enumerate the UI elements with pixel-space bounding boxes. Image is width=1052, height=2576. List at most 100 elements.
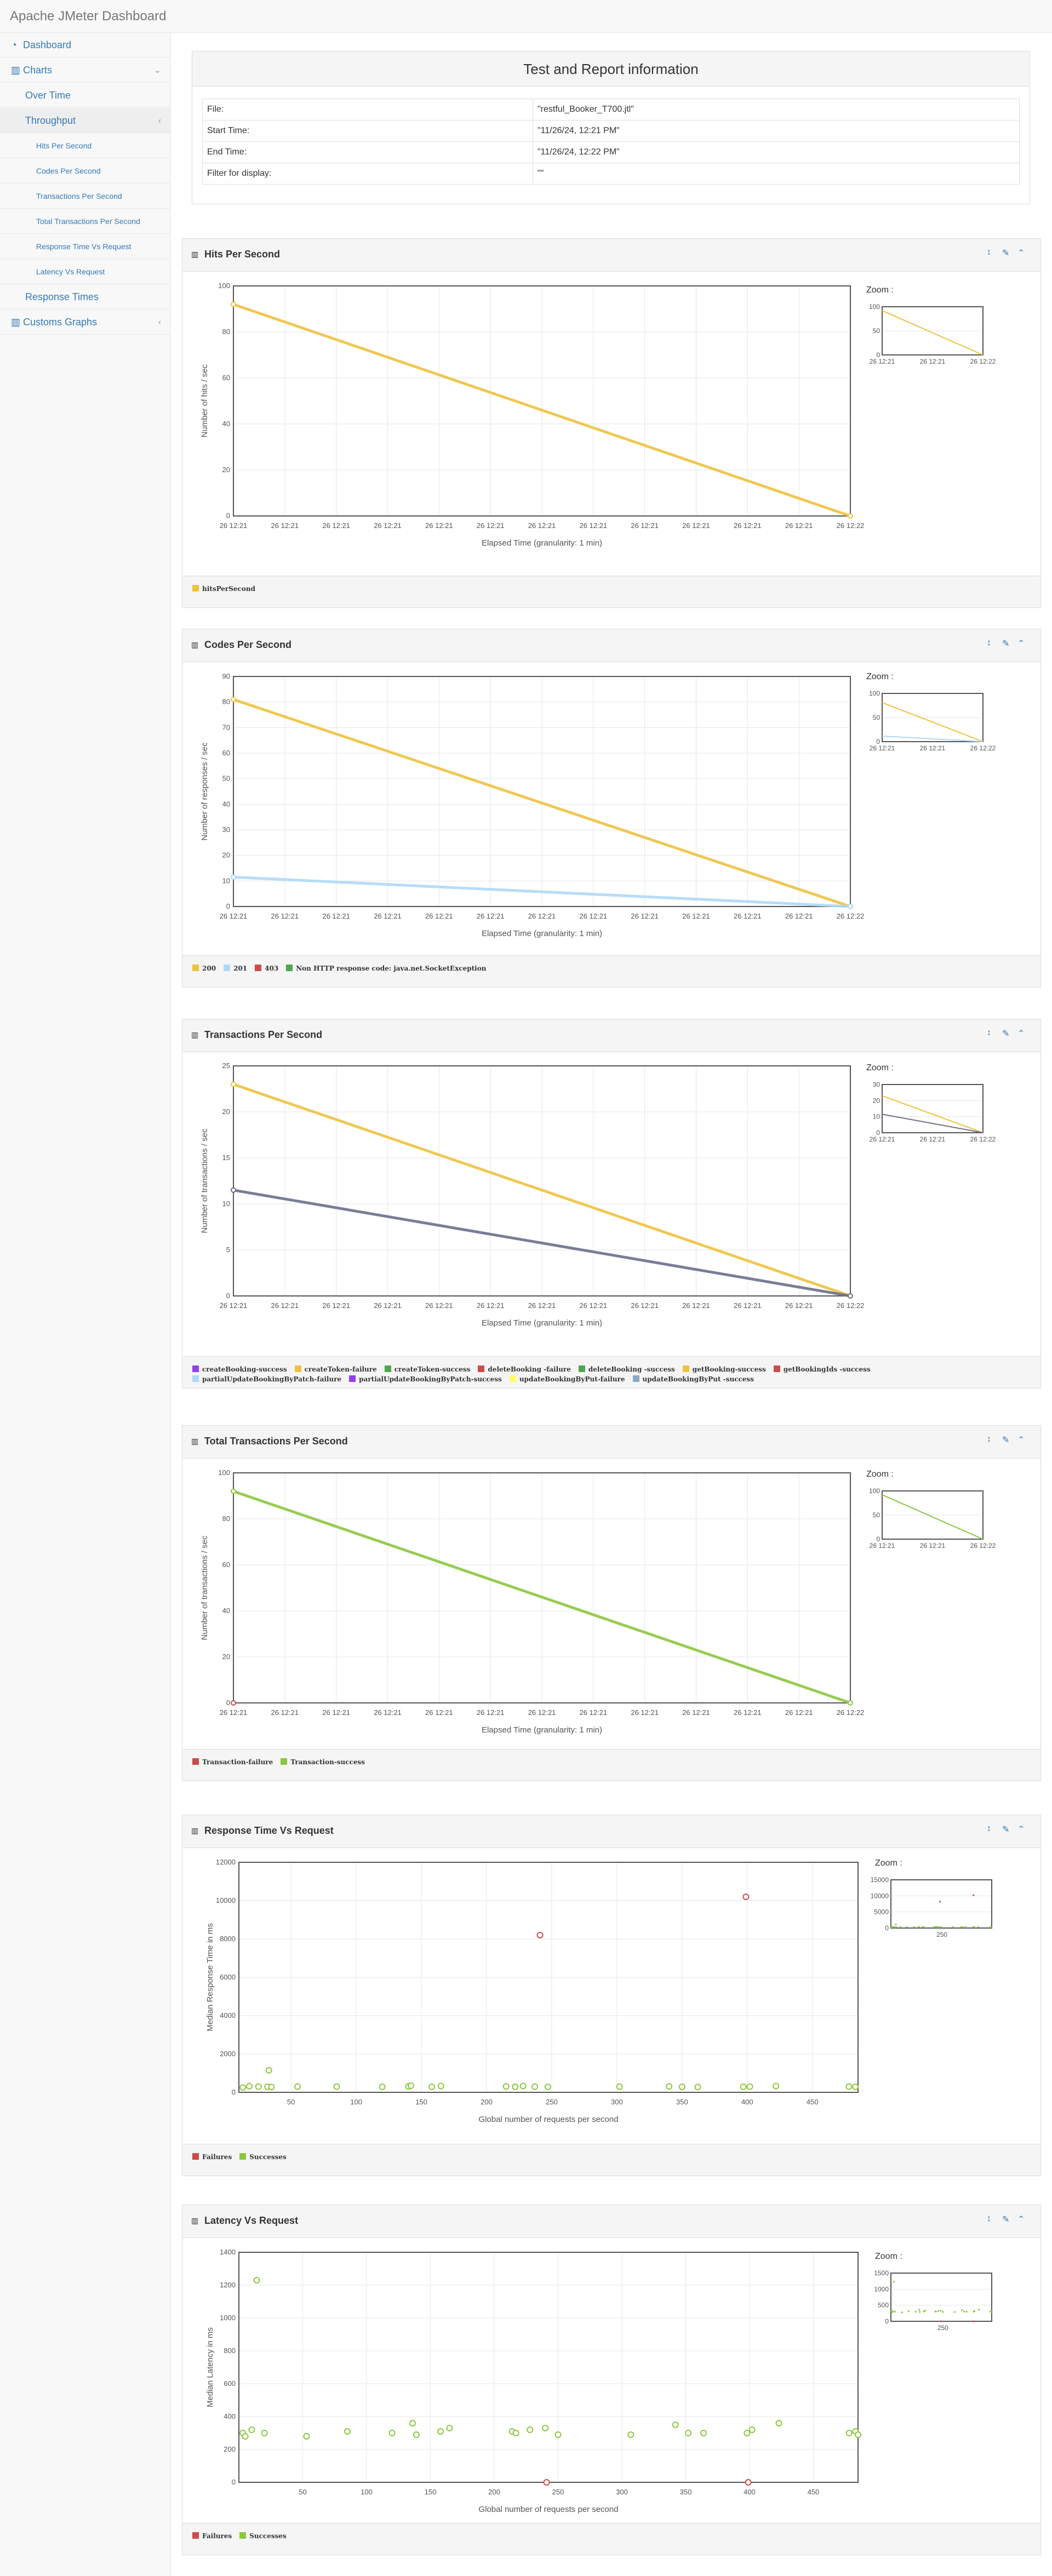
zoom-label: Zoom : <box>866 1063 894 1072</box>
legend-swatch <box>509 1375 516 1382</box>
legend-item[interactable]: getBookingIds -success <box>773 1364 871 1374</box>
toggle-series-button[interactable]: ↕ <box>987 1028 991 1038</box>
toggle-series-button[interactable]: ↕ <box>987 1824 991 1834</box>
sidebar-item-latency-vs-request[interactable]: Latency Vs Request <box>0 260 171 284</box>
sidebar-item-label: Codes Per Second <box>36 167 101 175</box>
expand-button[interactable]: ✎ <box>1002 1028 1009 1039</box>
legend-item[interactable]: createToken-failure <box>294 1364 377 1374</box>
sidebar-item-customs-graphs[interactable]: ▥ Customs Graphs ‹ <box>0 310 171 335</box>
legend-swatch <box>192 965 199 971</box>
legend-swatch <box>773 1366 780 1372</box>
legend-item[interactable]: Failures <box>192 2152 232 2162</box>
legend-item[interactable]: Successes <box>239 2152 287 2162</box>
legend-item[interactable]: Successes <box>239 2531 287 2541</box>
sidebar-item-transactions-per-second[interactable]: Transactions Per Second <box>0 184 171 209</box>
legend-item[interactable]: getBooking-success <box>682 1364 766 1374</box>
sidebar-item-response-times[interactable]: Response Times <box>0 285 171 309</box>
legend-label: Non HTTP response code: java.net.SocketE… <box>296 965 487 972</box>
collapse-button[interactable]: ⌃ <box>1017 638 1025 649</box>
info-key: Start Time: <box>202 120 533 142</box>
expand-button[interactable]: ✎ <box>1002 2214 1009 2225</box>
legend-item[interactable]: 201 <box>224 963 247 973</box>
toggle-series-button[interactable]: ↕ <box>987 2214 991 2224</box>
legend-item[interactable]: createToken-success <box>384 1364 470 1374</box>
collapse-button[interactable]: ⌃ <box>1017 2214 1025 2225</box>
toggle-series-button[interactable]: ↕ <box>987 248 991 257</box>
sidebar-item-hits-per-second[interactable]: Hits Per Second <box>0 134 171 158</box>
legend-item[interactable]: Transaction-success <box>281 1757 365 1767</box>
toggle-series-button[interactable]: ↕ <box>987 638 991 648</box>
legend-item[interactable]: hitsPerSecond <box>192 584 255 594</box>
sidebar-item-label: Response Time Vs Request <box>36 242 132 251</box>
collapse-button[interactable]: ⌃ <box>1017 1824 1025 1835</box>
sidebar-item-dashboard[interactable]: ◔ Dashboard <box>0 33 171 58</box>
info-key: End Time: <box>202 141 533 163</box>
sort-icon: ↕ <box>987 248 991 257</box>
expand-button[interactable]: ✎ <box>1002 1435 1009 1445</box>
sidebar-item-over-time[interactable]: Over Time <box>0 83 171 108</box>
zoom-label: Zoom : <box>866 285 894 295</box>
legend-swatch <box>239 2153 247 2160</box>
codes-panel-header: ▥ Codes Per Second ↕ ✎ ⌃ <box>182 629 1040 662</box>
info-title: Test and Report information <box>192 51 1030 87</box>
legend-item[interactable]: 403 <box>255 963 278 973</box>
chevron-up-icon: ⌃ <box>1017 1436 1025 1445</box>
dashboard-icon: ◔ <box>11 39 17 50</box>
legend-item[interactable]: Failures <box>192 2531 232 2541</box>
sort-icon: ↕ <box>987 1028 991 1037</box>
collapse-button[interactable]: ⌃ <box>1017 1028 1025 1039</box>
legend-item[interactable]: deleteBooking -success <box>578 1364 675 1374</box>
legend-item[interactable]: createBooking-success <box>192 1364 287 1374</box>
hits-legend: hitsPerSecond <box>182 576 1040 607</box>
legend-label: updateBookingByPut-failure <box>519 1375 625 1383</box>
transactions-panel: ▥ Transactions Per Second ↕ ✎ ⌃ createBooking… <box>182 1019 1041 1389</box>
legend-item[interactable]: 200 <box>192 963 216 973</box>
sidebar-item-codes-per-second[interactable]: Codes Per Second <box>0 159 171 183</box>
legend-label: partialUpdateBookingByPatch-failure <box>202 1375 342 1383</box>
expand-button[interactable]: ✎ <box>1002 638 1009 649</box>
sidebar-item-throughput[interactable]: Throughput ‹ <box>0 108 171 133</box>
bar-chart-icon: ▥ <box>191 640 199 649</box>
totaltx-panel: ▥ Total Transactions Per Second ↕ ✎ ⌃ Transac… <box>182 1425 1041 1781</box>
legend-swatch <box>192 1366 199 1372</box>
info-key: Filter for display: <box>202 163 533 185</box>
legend-swatch <box>192 1758 199 1765</box>
expand-button[interactable]: ✎ <box>1002 1824 1009 1835</box>
legend-swatch <box>192 2153 199 2160</box>
sidebar-item-total-transactions-per-second[interactable]: Total Transactions Per Second <box>0 209 171 234</box>
legend-swatch <box>281 1758 288 1765</box>
sidebar: ◔ Dashboard ▥ Charts ⌄ Over Time Throughput… <box>0 33 171 2576</box>
legend-item[interactable]: Non HTTP response code: java.net.SocketE… <box>286 963 486 973</box>
sort-icon: ↕ <box>987 638 991 647</box>
legend-item[interactable]: updateBookingByPut -success <box>632 1374 754 1384</box>
legend-swatch <box>682 1366 689 1372</box>
legend-label: getBookingIds -success <box>783 1366 871 1373</box>
legend-item[interactable]: updateBookingByPut-failure <box>509 1374 625 1384</box>
hits-panel-title: Hits Per Second <box>204 249 281 260</box>
wrench-icon: ✎ <box>1002 1825 1010 1834</box>
sidebar-item-label: Dashboard <box>23 39 72 50</box>
brand-title[interactable]: Apache JMeter Dashboard <box>10 9 167 24</box>
legend-swatch <box>224 965 231 971</box>
sidebar-item-label: Customs Graphs <box>23 317 98 328</box>
legend-item[interactable]: partialUpdateBookingByPatch-failure <box>192 1374 341 1384</box>
collapse-button[interactable]: ⌃ <box>1017 248 1025 259</box>
chevron-up-icon: ⌃ <box>1017 1029 1025 1039</box>
sidebar-item-label: Over Time <box>25 90 71 101</box>
codes-panel: ▥ Codes Per Second ↕ ✎ ⌃ 200 201 403 Non HTTP re… <box>182 629 1041 988</box>
sidebar-item-label: Total Transactions Per Second <box>36 217 140 226</box>
codes-panel-title: Codes Per Second <box>204 639 292 650</box>
legend-item[interactable]: Transaction-failure <box>192 1757 273 1767</box>
legend-item[interactable]: partialUpdateBookingByPatch-success <box>349 1374 502 1384</box>
sort-icon: ↕ <box>987 1435 991 1444</box>
legend-label: createToken-failure <box>304 1366 377 1373</box>
table-row: End Time: "11/26/24, 12:22 PM" <box>202 141 1020 163</box>
toggle-series-button[interactable]: ↕ <box>987 1435 991 1444</box>
sidebar-item-charts[interactable]: ▥ Charts ⌄ <box>0 58 171 83</box>
expand-button[interactable]: ✎ <box>1002 248 1009 259</box>
sidebar-item-response-time-vs-request[interactable]: Response Time Vs Request <box>0 234 171 259</box>
chevron-up-icon: ⌃ <box>1017 2215 1025 2224</box>
legend-swatch <box>384 1366 391 1372</box>
legend-item[interactable]: deleteBooking -failure <box>478 1364 571 1374</box>
collapse-button[interactable]: ⌃ <box>1017 1435 1025 1445</box>
